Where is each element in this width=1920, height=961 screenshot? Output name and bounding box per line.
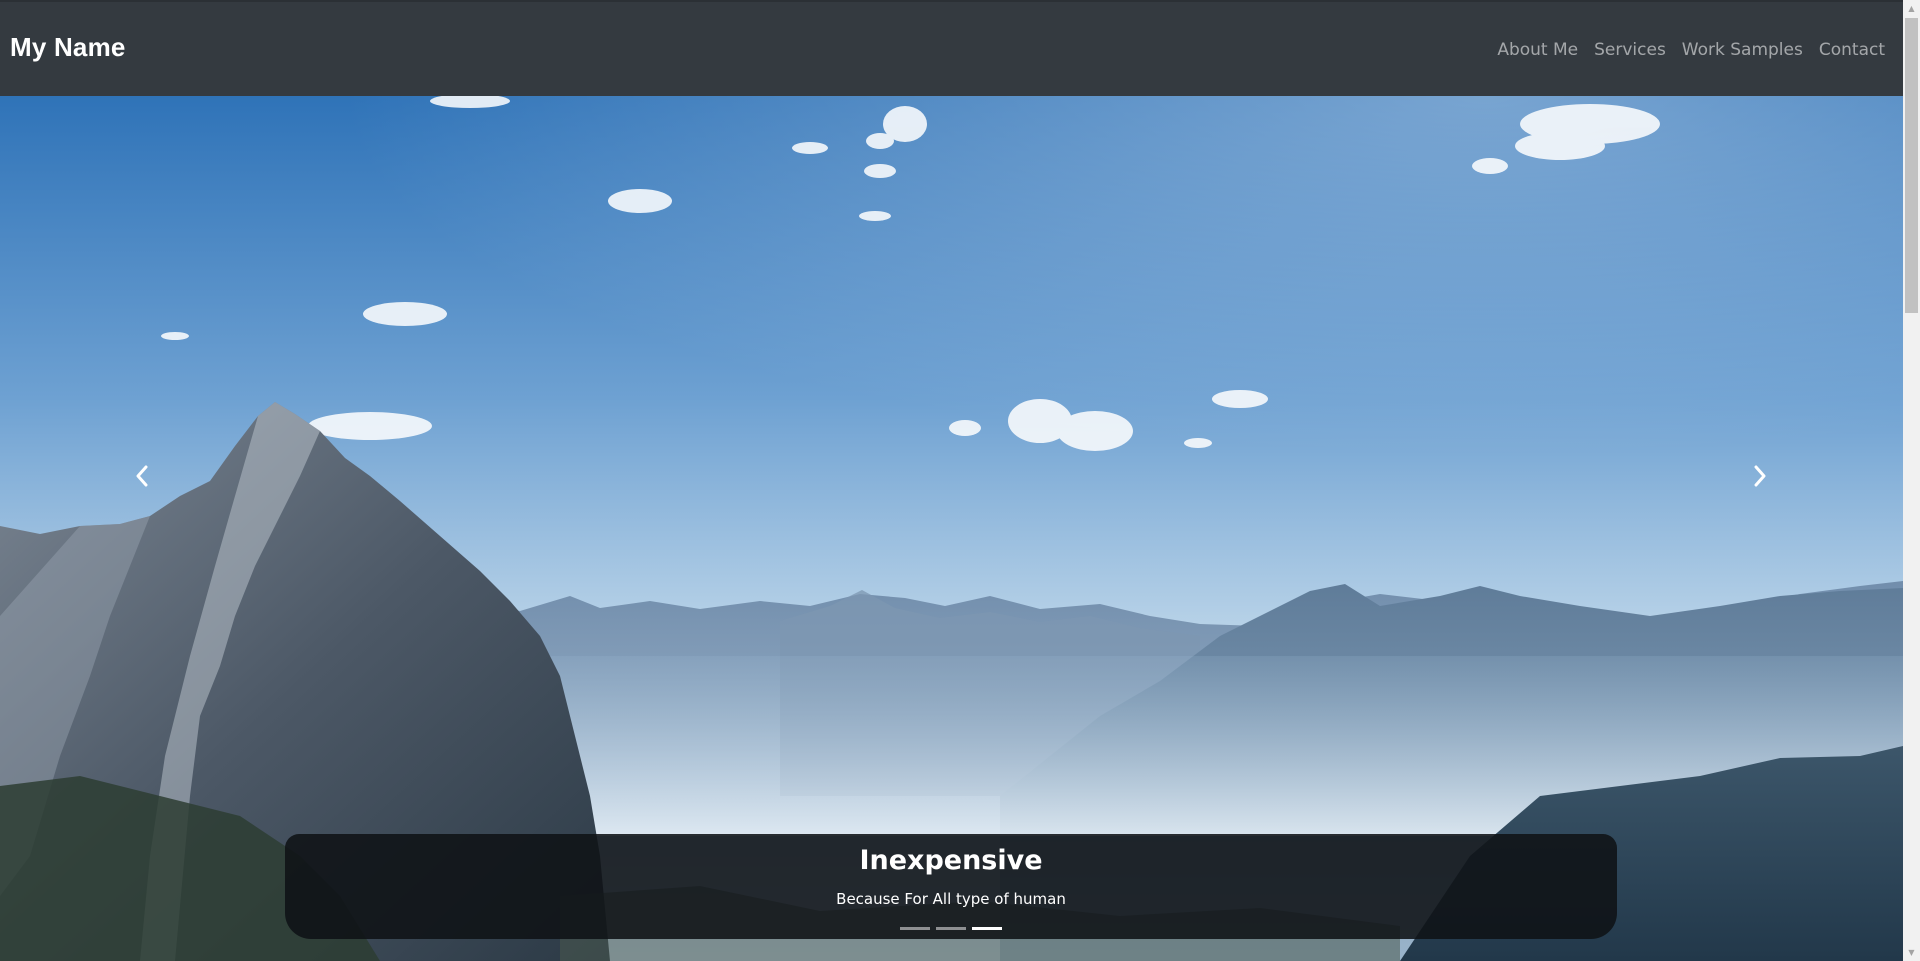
carousel-slide-image (0, 96, 1903, 961)
scrollbar-thumb[interactable] (1905, 18, 1918, 313)
nav-link-services[interactable]: Services (1594, 40, 1666, 60)
carousel-indicator-2[interactable] (936, 927, 966, 930)
vertical-scrollbar[interactable]: ▲ ▼ (1903, 0, 1920, 961)
nav-link-about-me[interactable]: About Me (1497, 40, 1578, 60)
nav-link-contact[interactable]: Contact (1819, 40, 1885, 60)
carousel-indicator-1[interactable] (900, 927, 930, 930)
caption-title: Inexpensive (859, 845, 1043, 876)
brand-link[interactable]: My Name (10, 32, 126, 63)
chevron-left-icon (136, 465, 148, 487)
carousel-prev-button[interactable] (112, 446, 172, 506)
carousel-caption: Inexpensive Because For All type of huma… (285, 834, 1617, 939)
triangle-down-icon[interactable]: ▼ (1903, 944, 1920, 961)
carousel-next-button[interactable] (1730, 446, 1790, 506)
navbar: My Name About Me Services Work Samples C… (0, 0, 1903, 96)
caption-text: Because For All type of human (836, 890, 1066, 908)
triangle-up-icon[interactable]: ▲ (1903, 0, 1920, 17)
nav-links: About Me Services Work Samples Contact (1497, 40, 1885, 60)
nav-link-work-samples[interactable]: Work Samples (1682, 40, 1803, 60)
hero-carousel: Inexpensive Because For All type of huma… (0, 96, 1903, 961)
carousel-indicators (285, 927, 1617, 930)
carousel-indicator-3[interactable] (972, 927, 1002, 930)
page: My Name About Me Services Work Samples C… (0, 0, 1903, 961)
chevron-right-icon (1754, 465, 1766, 487)
